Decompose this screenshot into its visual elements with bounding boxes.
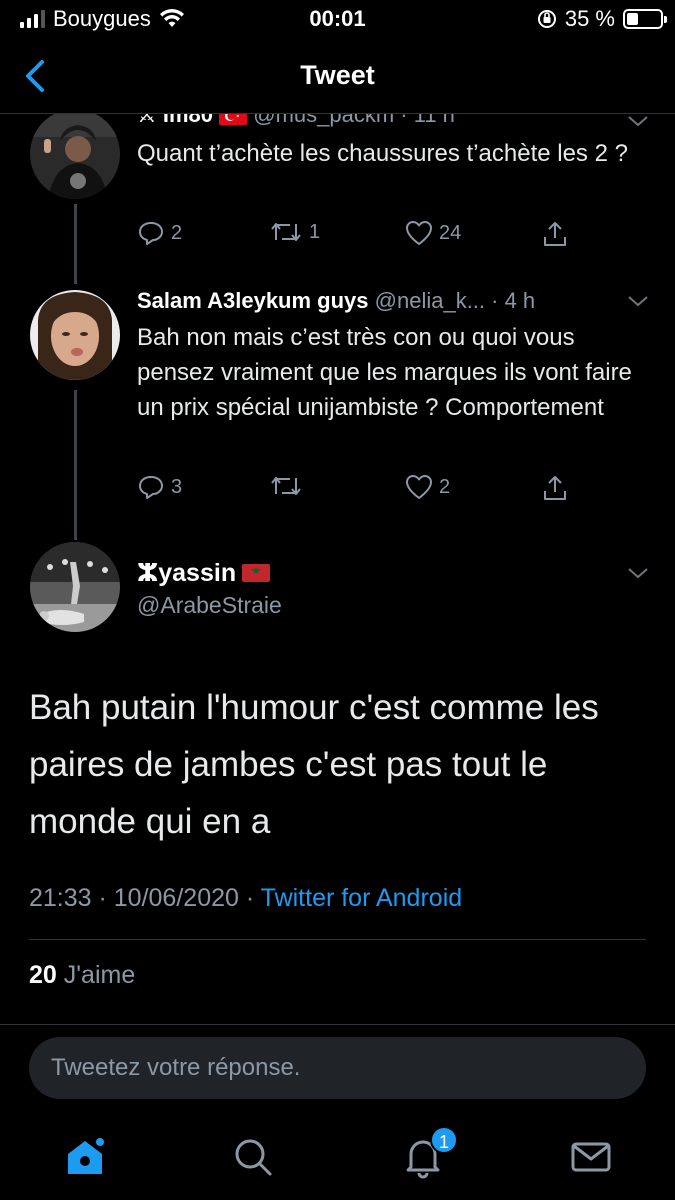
- reply-count: 2: [171, 221, 183, 244]
- page-title: Tweet: [300, 60, 375, 90]
- chevron-down-icon[interactable]: [627, 114, 649, 128]
- likes-summary[interactable]: 20 J'aime: [29, 961, 135, 990]
- tab-messages[interactable]: [568, 1134, 614, 1180]
- home-icon: [68, 1138, 104, 1174]
- share-icon: [544, 476, 566, 500]
- morocco-flag-icon: [242, 564, 271, 582]
- share-icon: [544, 222, 566, 246]
- main-handle[interactable]: @ArabeStraie: [137, 592, 282, 619]
- retweet-button[interactable]: [269, 474, 309, 498]
- heart-icon: [406, 475, 432, 499]
- tweet-thread: ⚔ Im80 @mus_packm · 11 h Quant t’achète …: [0, 114, 675, 1024]
- retweet-count: 1: [309, 220, 321, 243]
- notification-badge: 1: [430, 1126, 458, 1154]
- turkey-flag-icon: [219, 114, 248, 126]
- battery-level: [627, 13, 639, 25]
- share-button[interactable]: [541, 220, 569, 248]
- search-icon: [235, 1139, 272, 1176]
- sword-icon: ⚔: [137, 114, 163, 127]
- retweet-icon: [271, 223, 301, 241]
- share-button[interactable]: [541, 474, 569, 502]
- main-display-name[interactable]: ⵣyassin: [137, 558, 271, 588]
- messages-icon: [571, 1142, 611, 1172]
- handle-and-time: @nelia_k... · 4 h: [374, 288, 536, 313]
- heart-icon: [406, 221, 432, 245]
- battery-icon: [623, 9, 667, 29]
- tab-search[interactable]: [230, 1134, 276, 1180]
- avatar[interactable]: [30, 542, 120, 632]
- tweet-actions: 2 1 24: [137, 220, 577, 250]
- display-name[interactable]: Im80: [163, 114, 213, 127]
- reply-button[interactable]: 2: [137, 220, 182, 246]
- reply-icon: [139, 222, 163, 245]
- navigation-bar: Tweet: [0, 38, 675, 114]
- main-tweet-text: Bah putain l'humour c'est comme les pair…: [29, 688, 599, 841]
- status-bar: Bouygues 00:01 35 %: [0, 0, 675, 38]
- avatar[interactable]: [30, 290, 120, 380]
- like-count: 2: [439, 475, 451, 498]
- tweet-metadata: 21:33 · 10/06/2020 · Twitter for Android: [29, 884, 462, 913]
- chevron-down-icon[interactable]: [627, 566, 649, 580]
- reply-button[interactable]: 3: [137, 474, 182, 500]
- reply-count: 3: [171, 475, 183, 498]
- likes-label: J'aime: [63, 961, 136, 989]
- chevron-down-icon[interactable]: [627, 294, 649, 308]
- like-button[interactable]: 2: [405, 474, 450, 500]
- status-right: 35 %: [537, 6, 667, 32]
- tweet-source-link[interactable]: Twitter for Android: [261, 884, 462, 912]
- main-display-name-text: ⵣyassin: [137, 559, 237, 587]
- orientation-lock-icon: [537, 10, 556, 28]
- tab-home[interactable]: [62, 1134, 108, 1180]
- handle-and-time: @mus_packm · 11 h: [253, 114, 455, 127]
- thread-line: [74, 390, 77, 540]
- divider: [29, 939, 646, 940]
- avatar[interactable]: [30, 114, 120, 199]
- tweet-text: Quant t’achète les chaussures t’achète l…: [137, 140, 628, 167]
- thread-line: [74, 204, 77, 284]
- retweet-icon: [271, 477, 301, 495]
- tweet-text: Bah non mais c’est très con ou quoi vous…: [137, 324, 632, 421]
- reply-icon: [139, 476, 163, 499]
- like-count: 24: [439, 221, 462, 244]
- tab-notifications[interactable]: 1: [400, 1126, 458, 1180]
- display-name[interactable]: Salam A3leykum guys: [137, 288, 369, 313]
- battery-percent: 35 %: [564, 6, 615, 31]
- likes-count: 20: [29, 961, 57, 989]
- tweet-header: Salam A3leykum guys @nelia_k... · 4 h: [137, 288, 535, 314]
- reply-composer: [0, 1024, 675, 1114]
- tab-bar: 1: [0, 1114, 675, 1200]
- like-button[interactable]: 24: [405, 220, 461, 246]
- tweet-header: ⚔ Im80 @mus_packm · 11 h: [137, 114, 455, 128]
- tweet-actions: 3 2: [137, 474, 577, 504]
- tweet-datetime: 21:33 · 10/06/2020 ·: [29, 884, 261, 912]
- reply-input[interactable]: [29, 1037, 646, 1099]
- retweet-button[interactable]: 1: [269, 220, 320, 244]
